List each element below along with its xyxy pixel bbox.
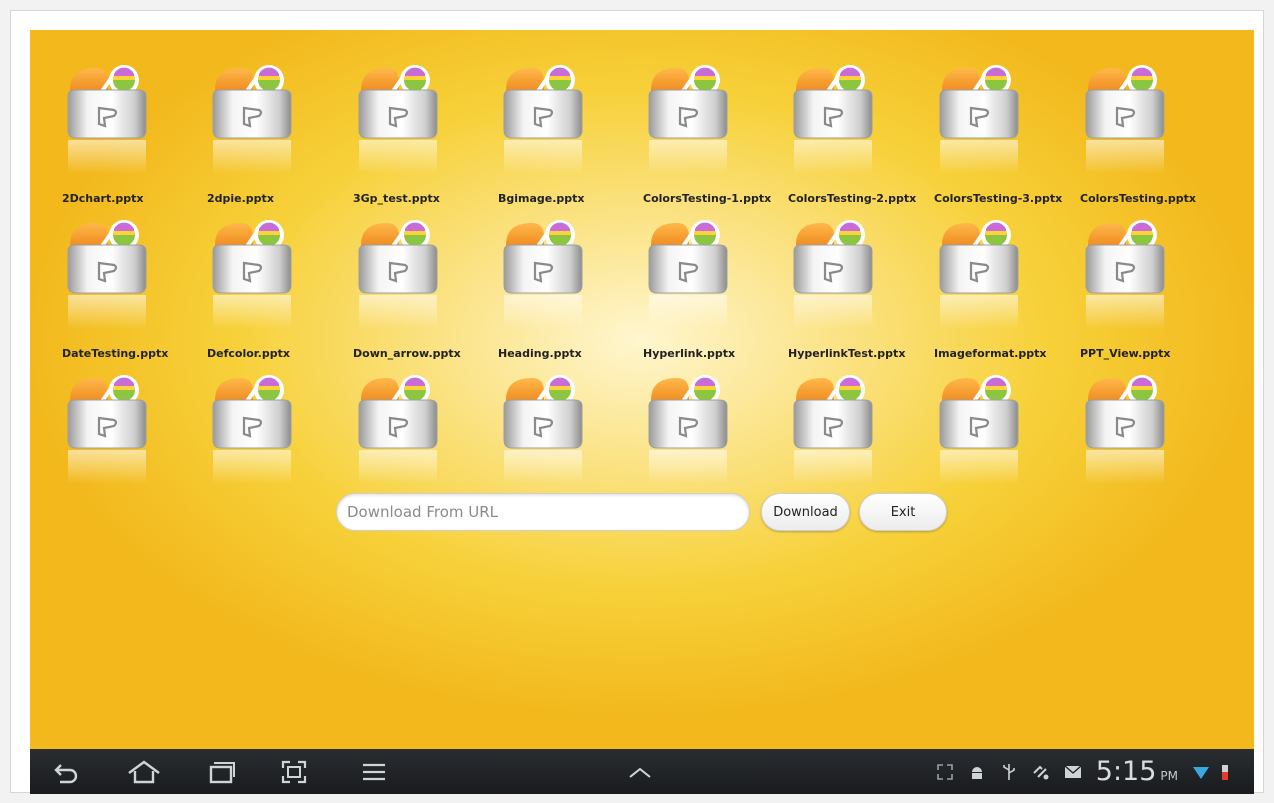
screenshot-icon[interactable]	[280, 759, 308, 785]
file-name-label: Heading.pptx	[498, 347, 582, 360]
usb-icon	[1002, 763, 1015, 780]
powerpoint-file-icon	[498, 215, 588, 331]
powerpoint-file-icon	[62, 370, 152, 486]
powerpoint-file-icon	[498, 370, 588, 486]
file-grid: 2Dchart.pptx 2dpie.pptx 3Gp_test.pptx Bgima…	[30, 30, 1254, 490]
powerpoint-file-icon	[934, 370, 1024, 486]
file-item[interactable]: 3Gp_test.pptx	[353, 60, 493, 210]
app-screen: 2Dchart.pptx 2dpie.pptx 3Gp_test.pptx Bgima…	[30, 30, 1254, 794]
file-item[interactable]: ColorsTesting-3.pptx	[934, 60, 1074, 210]
system-navbar: 5:15 PM	[30, 749, 1254, 794]
android-debug-icon	[971, 766, 982, 779]
powerpoint-file-icon	[1080, 215, 1170, 331]
powerpoint-file-icon	[353, 370, 443, 486]
file-name-label: Hyperlink.pptx	[643, 347, 736, 360]
download-controls: Download Exit	[30, 490, 1254, 550]
file-item[interactable]: HyperlinkTest.pptx	[788, 215, 928, 365]
file-item[interactable]: Down_arrow.pptx	[353, 215, 493, 365]
menu-icon[interactable]	[360, 759, 388, 785]
recent-apps-icon[interactable]	[207, 759, 235, 785]
powerpoint-file-icon	[62, 215, 152, 331]
file-name-label: Bgimage.pptx	[498, 192, 585, 205]
wifi-icon	[1193, 766, 1209, 779]
powerpoint-file-icon	[207, 370, 297, 486]
powerpoint-file-icon	[1080, 370, 1170, 486]
file-item[interactable]: Heading.pptx	[498, 215, 638, 365]
powerpoint-file-icon	[643, 60, 733, 176]
file-name-label: Imageformat.pptx	[934, 347, 1047, 360]
file-name-label: HyperlinkTest.pptx	[788, 347, 906, 360]
status-bar: 5:15 PM	[936, 749, 1234, 794]
file-item[interactable]: 2dpie.pptx	[207, 60, 347, 210]
sync-icon	[1033, 765, 1049, 779]
powerpoint-file-icon	[934, 215, 1024, 331]
email-icon	[1064, 764, 1082, 778]
powerpoint-file-icon	[207, 60, 297, 176]
file-name-label: ColorsTesting.pptx	[1080, 192, 1196, 205]
file-name-label: 2Dchart.pptx	[62, 192, 144, 205]
file-item[interactable]: PPT_View.pptx	[1080, 215, 1220, 365]
file-item[interactable]: Defcolor.pptx	[207, 215, 347, 365]
exit-button[interactable]: Exit	[859, 493, 947, 531]
battery-icon	[1222, 764, 1228, 780]
powerpoint-file-icon	[934, 60, 1024, 176]
file-item[interactable]: ColorsTesting-1.pptx	[643, 60, 783, 210]
file-item[interactable]: ColorsTesting-2.pptx	[788, 60, 928, 210]
file-name-label: DateTesting.pptx	[62, 347, 169, 360]
file-name-label: 3Gp_test.pptx	[353, 192, 440, 205]
powerpoint-file-icon	[788, 60, 878, 176]
powerpoint-file-icon	[643, 215, 733, 331]
file-name-label: ColorsTesting-3.pptx	[934, 192, 1063, 205]
powerpoint-file-icon	[207, 215, 297, 331]
powerpoint-file-icon	[498, 60, 588, 176]
powerpoint-file-icon	[1080, 60, 1170, 176]
powerpoint-file-icon	[788, 215, 878, 331]
file-name-label: Defcolor.pptx	[207, 347, 290, 360]
download-button[interactable]: Download	[761, 493, 850, 531]
expand-icon	[936, 763, 953, 780]
file-name-label: ColorsTesting-1.pptx	[643, 192, 772, 205]
powerpoint-file-icon	[643, 370, 733, 486]
file-name-label: 2dpie.pptx	[207, 192, 274, 205]
file-item[interactable]: ColorsTesting.pptx	[1080, 60, 1220, 210]
file-name-label: PPT_View.pptx	[1080, 347, 1171, 360]
file-name-label: Down_arrow.pptx	[353, 347, 461, 360]
back-icon[interactable]	[52, 759, 80, 785]
home-icon[interactable]	[127, 759, 161, 785]
file-item[interactable]: Hyperlink.pptx	[643, 215, 783, 365]
powerpoint-file-icon	[62, 60, 152, 176]
powerpoint-file-icon	[353, 215, 443, 331]
file-item[interactable]: Imageformat.pptx	[934, 215, 1074, 365]
powerpoint-file-icon	[353, 60, 443, 176]
powerpoint-file-icon	[788, 370, 878, 486]
clock-ampm: PM	[1160, 768, 1178, 783]
file-item[interactable]: Bgimage.pptx	[498, 60, 638, 210]
clock-time: 5:15	[1095, 756, 1157, 787]
chevron-up-icon[interactable]	[626, 759, 654, 785]
file-name-label: ColorsTesting-2.pptx	[788, 192, 917, 205]
url-input[interactable]	[336, 493, 750, 531]
file-item[interactable]: DateTesting.pptx	[62, 215, 202, 365]
file-item[interactable]: 2Dchart.pptx	[62, 60, 202, 210]
